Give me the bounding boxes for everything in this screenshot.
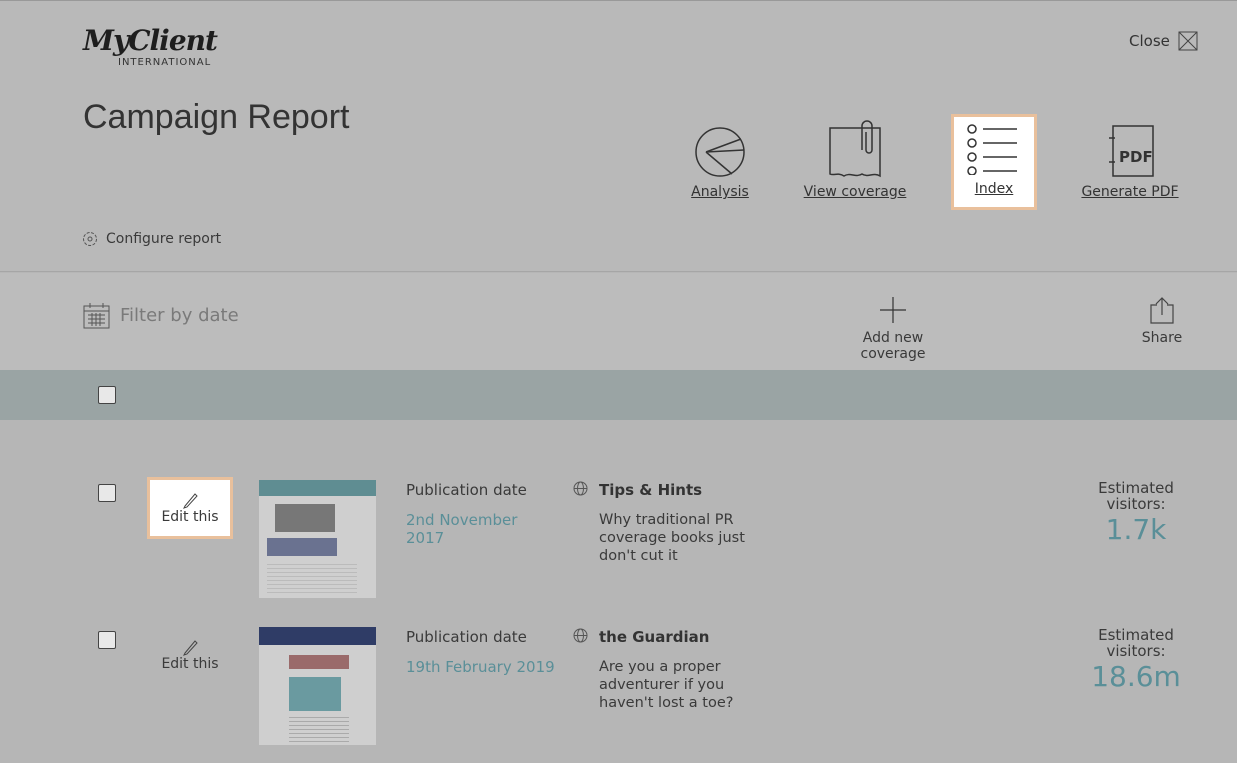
logo: MyClient (83, 24, 218, 57)
clipping-icon (829, 120, 881, 178)
date-label: Publication date (406, 628, 527, 646)
filter-by-date[interactable]: Filter by date (83, 302, 239, 329)
globe-icon (573, 481, 588, 496)
globe-icon (573, 628, 588, 643)
row-checkbox[interactable] (98, 631, 116, 649)
pencil-icon (183, 640, 198, 656)
plus-icon (880, 297, 906, 323)
select-all-checkbox[interactable] (98, 386, 116, 404)
generate-pdf-label: Generate PDF (1081, 184, 1179, 200)
view-coverage-button[interactable]: View coverage (795, 114, 915, 210)
pencil-icon (183, 493, 198, 509)
add-new-coverage-button[interactable]: Add new coverage (830, 296, 956, 362)
index-label: Index (974, 181, 1014, 197)
edit-label: Edit this (161, 509, 219, 525)
share-label: Share (1141, 330, 1183, 346)
publication-name[interactable]: Tips & Hints (599, 481, 779, 499)
gear-icon (83, 232, 97, 246)
pie-chart-icon (695, 127, 745, 177)
filter-placeholder: Filter by date (120, 305, 239, 326)
visitors-value: 1.7k (1105, 513, 1167, 546)
calendar-icon (83, 303, 110, 329)
table-header (0, 370, 1237, 420)
visitors-value: 18.6m (1091, 660, 1181, 693)
close-button[interactable]: Close (1129, 31, 1198, 51)
index-button[interactable]: Index (951, 114, 1037, 210)
close-label: Close (1129, 32, 1170, 50)
configure-label: Configure report (106, 231, 222, 247)
publication-name[interactable]: the Guardian (599, 628, 779, 646)
page-title: Campaign Report (83, 98, 350, 136)
view-coverage-label: View coverage (803, 184, 907, 200)
date-label: Publication date (406, 481, 527, 499)
edit-button[interactable]: Edit this (147, 624, 233, 686)
logo-subtitle: INTERNATIONAL (118, 57, 212, 68)
coverage-thumbnail[interactable] (259, 627, 376, 745)
headline: Why traditional PR coverage books just d… (599, 512, 745, 564)
generate-pdf-button[interactable]: PDF Generate PDF (1070, 114, 1190, 210)
visitors-label: Estimated visitors: (1098, 626, 1174, 660)
coverage-thumbnail[interactable] (259, 480, 376, 598)
row-checkbox[interactable] (98, 484, 116, 502)
share-icon (1150, 297, 1174, 324)
headline: Are you a proper adventurer if you haven… (599, 659, 734, 711)
share-button[interactable]: Share (1137, 296, 1187, 346)
publication-date: 19th February 2019 (406, 658, 555, 676)
configure-report-link[interactable]: Configure report (82, 231, 221, 247)
svg-text:PDF: PDF (1119, 148, 1153, 166)
visitors-label: Estimated visitors: (1098, 479, 1174, 513)
close-icon (1178, 31, 1198, 51)
edit-button[interactable]: Edit this (147, 477, 233, 539)
edit-label: Edit this (161, 656, 219, 672)
pdf-icon: PDF (1109, 125, 1154, 177)
analysis-button[interactable]: Analysis (660, 114, 780, 210)
publication-date: 2nd November 2017 (406, 511, 518, 547)
analysis-label: Analysis (691, 184, 749, 200)
add-label: Add new coverage (860, 330, 926, 362)
list-icon (967, 124, 1017, 175)
